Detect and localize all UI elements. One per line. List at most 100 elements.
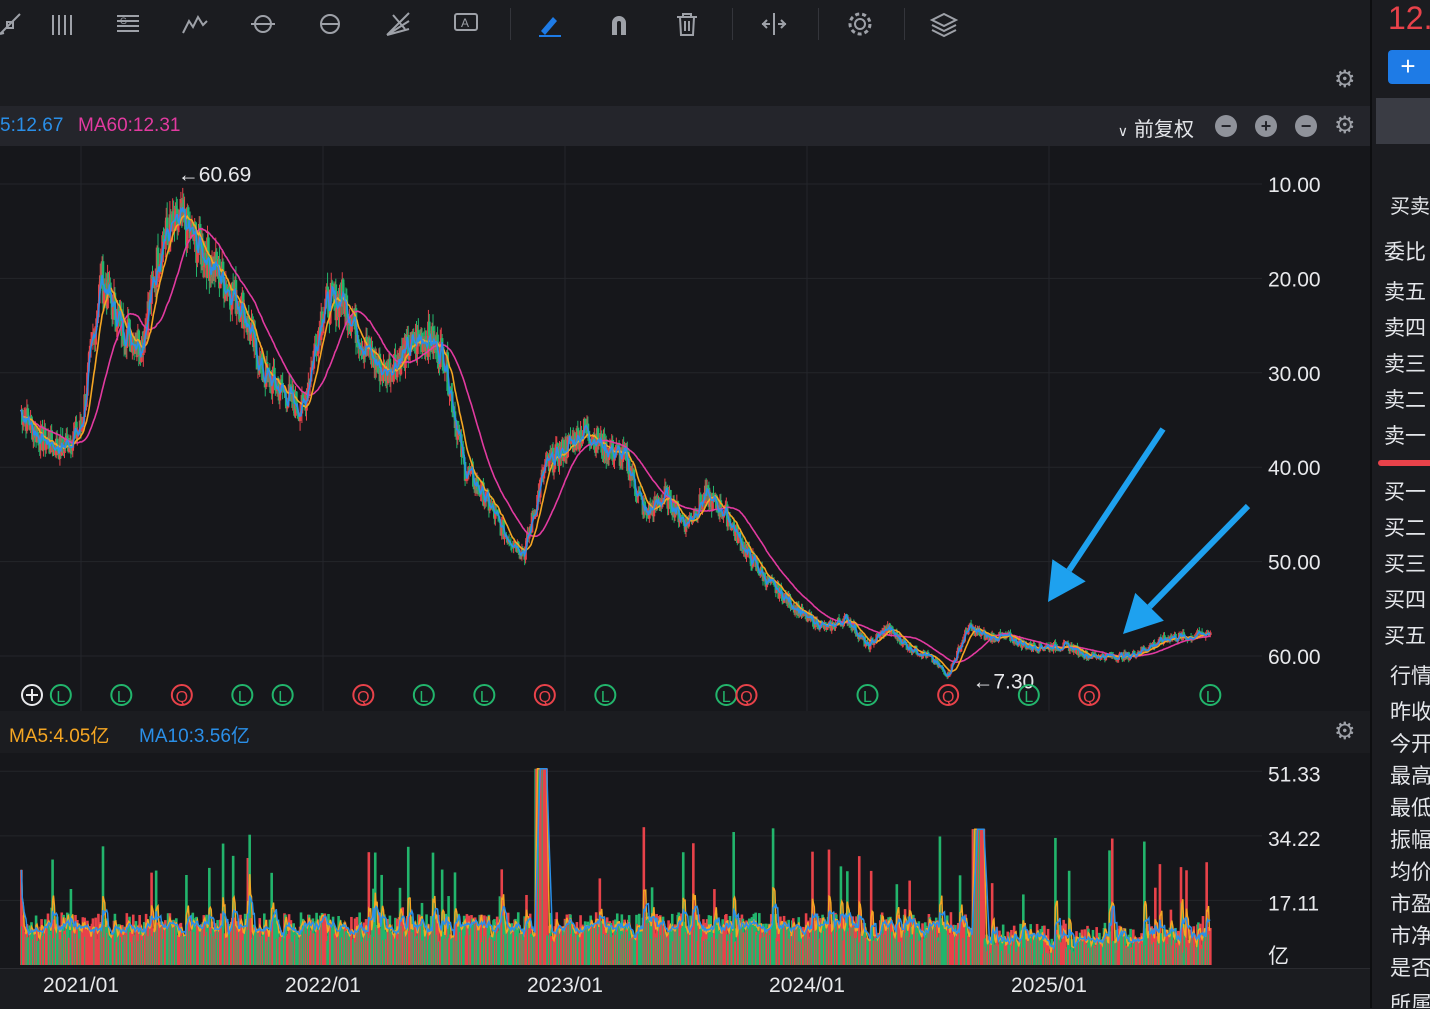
quote-row-label: 买卖 [1390,196,1430,218]
settings-icon[interactable] [842,6,878,42]
event-marker-l[interactable]: L [110,684,133,706]
event-marker-label: L [601,689,610,706]
layers-icon[interactable] [926,6,962,42]
event-marker-q[interactable]: Q [533,684,556,706]
last-price: 12. [1388,0,1430,36]
line-tool-icon[interactable] [0,6,28,42]
quote-row-label: 买三 [1384,553,1426,576]
event-marker-q[interactable]: Q [352,684,375,706]
event-marker-label: L [1206,689,1215,706]
cycle-icon[interactable] [312,6,348,42]
volume-legend-bar: MA5:4.05亿 MA10:3.56亿 ⚙ [0,711,1370,753]
event-marker-label: Q [740,689,752,706]
highlighter-icon[interactable] [532,6,568,42]
event-marker-label: L [722,689,731,706]
quote-row-label: 振幅 [1390,829,1430,852]
quote-row-label: 买一 [1384,481,1426,504]
ma-short-line [20,206,1211,677]
ma-short-value: 5:12.67 [0,115,64,136]
quote-row-label: 市盈 [1390,893,1430,916]
event-marker-label: Q [1083,689,1095,706]
toolbar-separator [510,8,511,40]
event-marker-l[interactable]: L [715,684,738,706]
quote-row-label: 最低 [1390,797,1430,820]
trash-icon[interactable] [669,6,705,42]
drawing-toolbar: GA [0,0,1370,49]
event-marker-l[interactable]: L [412,684,435,706]
add-event-icon[interactable] [21,684,43,706]
quote-row-label: 买二 [1384,517,1426,540]
event-marker-q[interactable]: Q [937,684,960,706]
quote-row-label: 卖四 [1384,317,1426,340]
quote-row-label: 卖三 [1384,353,1426,376]
annotation-arrow-1[interactable] [1048,427,1166,602]
event-marker-l[interactable]: L [49,684,72,706]
volume-settings-icon[interactable]: ⚙ [1334,720,1356,744]
x-axis-label: 2023/01 [527,974,603,997]
quote-side-panel: 12. + 买卖 委比 卖五 卖四 卖三 卖二 卖一 买一 买二 买三 买四 买五 行情 昨收 今开 最高 最低… [1370,0,1430,1008]
event-marker-l[interactable]: L [1017,684,1040,706]
pattern-icon[interactable] [245,6,281,42]
zoom-in-icon[interactable]: + [1255,115,1277,137]
event-marker-label: L [480,689,489,706]
event-marker-label: Q [357,689,369,706]
price-axis-label: 50.00 [1268,552,1321,575]
quote-row-label: 所属 [1390,993,1430,1008]
svg-text:G: G [120,16,127,26]
event-marker-label: Q [539,689,551,706]
ma-legend-bar: 5:12.67 MA60:12.31 ∨ 前复权 − + − ⚙ [0,106,1370,146]
event-marker-l[interactable]: L [271,684,294,706]
svg-text:A: A [461,16,469,30]
price-chart-panel[interactable]: ←60.69 ←7.30 60.00 50.00 40.00 30.00 20.00 10.0… [0,146,1370,711]
price-chart[interactable]: ←60.69←7.3060.0050.0040.0030.0020.0010.0… [0,146,1370,711]
event-marker-l[interactable]: L [594,684,617,706]
quote-row-label: 是否 [1390,957,1430,980]
event-marker-l[interactable]: L [473,684,496,706]
panel-tab-block[interactable] [1376,98,1430,144]
event-marker-q[interactable]: Q [735,684,758,706]
magnet-icon[interactable] [601,6,637,42]
high-price-annotation: ←60.69 [178,163,252,186]
order-book-divider [1378,460,1430,466]
text-annotation-icon[interactable]: A [448,6,484,42]
quote-row-label: 市净 [1390,925,1430,948]
volume-chart[interactable]: 51.33 34.22 17.11 亿 [0,753,1370,968]
event-marker-label: Q [176,689,188,706]
quote-row-label: 卖二 [1384,389,1426,412]
quote-row-label: 卖五 [1384,281,1426,304]
event-marker-l[interactable]: L [231,684,254,706]
event-marker-label: L [419,689,428,706]
event-marker-label: Q [942,689,954,706]
quote-row-label: 最高 [1390,765,1430,788]
price-adjust-dropdown[interactable]: ∨ 前复权 [1118,113,1194,142]
fit-width-icon[interactable] [756,6,792,42]
event-marker-label: L [117,689,126,706]
event-marker-q[interactable]: Q [170,684,193,706]
price-axis-label: 10.00 [1268,174,1321,197]
zoom-out-icon[interactable]: − [1295,115,1317,137]
chevron-down-icon: ∨ [1117,123,1128,139]
toolbar-separator [818,8,819,40]
ma-settings-icon[interactable]: ⚙ [1334,114,1356,138]
fib-fan-icon[interactable] [380,6,416,42]
annotation-arrow-2[interactable] [1123,503,1251,634]
x-axis: 2021/01 2022/01 2023/01 2024/01 2025/01 [0,968,1370,1009]
event-marker-l[interactable]: L [1199,684,1222,706]
horizontal-lines-icon[interactable]: G [110,6,146,42]
quote-row-label: 均价 [1390,861,1430,884]
event-marker-label: L [1024,689,1033,706]
chart-settings-icon[interactable]: ⚙ [1334,68,1356,92]
event-marker-l[interactable]: L [856,684,879,706]
x-axis-label: 2022/01 [285,974,361,997]
volume-chart-panel[interactable]: 51.33 34.22 17.11 亿 [0,753,1370,968]
price-axis-label: 40.00 [1268,457,1321,480]
add-watchlist-button[interactable]: + [1388,50,1430,84]
parallel-channel-icon[interactable] [44,6,80,42]
collapse-icon[interactable]: − [1215,115,1237,137]
price-axis-label: 20.00 [1268,268,1321,291]
gann-icon[interactable] [177,6,213,42]
event-marker-label: L [863,689,872,706]
ma60-value: MA60:12.31 [78,115,181,136]
event-marker-q[interactable]: Q [1078,684,1101,706]
volume-axis-label: 亿 [1268,945,1289,968]
